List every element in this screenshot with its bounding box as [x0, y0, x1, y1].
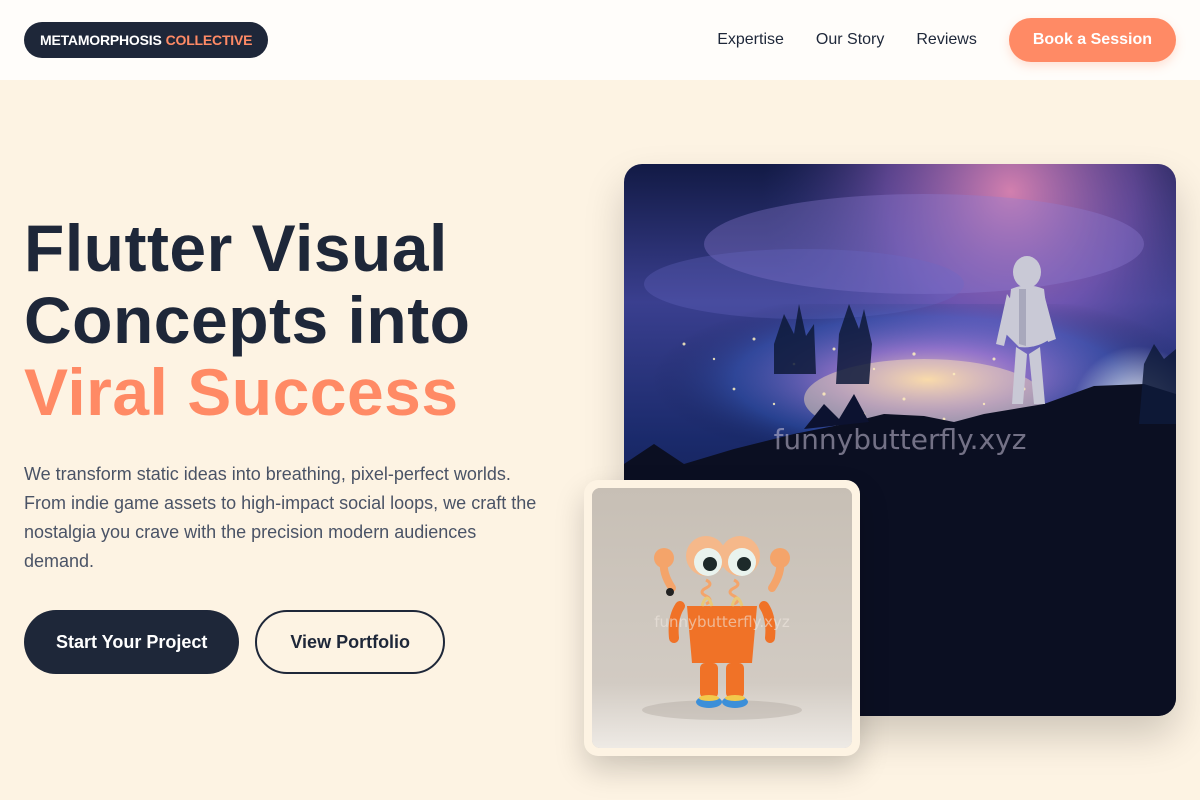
hero-section: Flutter Visual Concepts into Viral Succe…: [24, 212, 564, 674]
brand-logo[interactable]: METAMORPHOSIS COLLECTIVE: [24, 22, 269, 58]
card-watermark: funnybutterfly.xyz: [654, 613, 790, 631]
view-portfolio-button[interactable]: View Portfolio: [255, 610, 446, 674]
nav-link-expertise[interactable]: Expertise: [717, 31, 784, 49]
book-session-button[interactable]: Book a Session: [1008, 18, 1176, 62]
image-watermark: funnybutterfly.xyz: [774, 423, 1027, 456]
logo-main-text: METAMORPHOSIS: [40, 32, 162, 48]
start-project-button[interactable]: Start Your Project: [24, 610, 240, 674]
hero-headline: Flutter Visual Concepts into Viral Succe…: [24, 212, 564, 428]
nav-link-our-story[interactable]: Our Story: [816, 31, 884, 49]
character-image: funnybutterfly.xyz: [592, 488, 852, 748]
headline-line-2: Concepts into: [24, 283, 471, 357]
character-image-card: funnybutterfly.xyz: [584, 480, 860, 756]
headline-line-3: Viral Success: [24, 355, 459, 429]
hero-button-row: Start Your Project View Portfolio: [24, 610, 564, 674]
nav-menu: Expertise Our Story Reviews Book a Sessi…: [717, 18, 1176, 62]
headline-line-1: Flutter Visual: [24, 211, 448, 285]
nav-link-reviews[interactable]: Reviews: [916, 31, 976, 49]
top-navbar: METAMORPHOSIS COLLECTIVE Expertise Our S…: [0, 0, 1200, 80]
logo-accent-text: COLLECTIVE: [165, 32, 253, 48]
hero-subtitle: We transform static ideas into breathing…: [24, 464, 537, 571]
